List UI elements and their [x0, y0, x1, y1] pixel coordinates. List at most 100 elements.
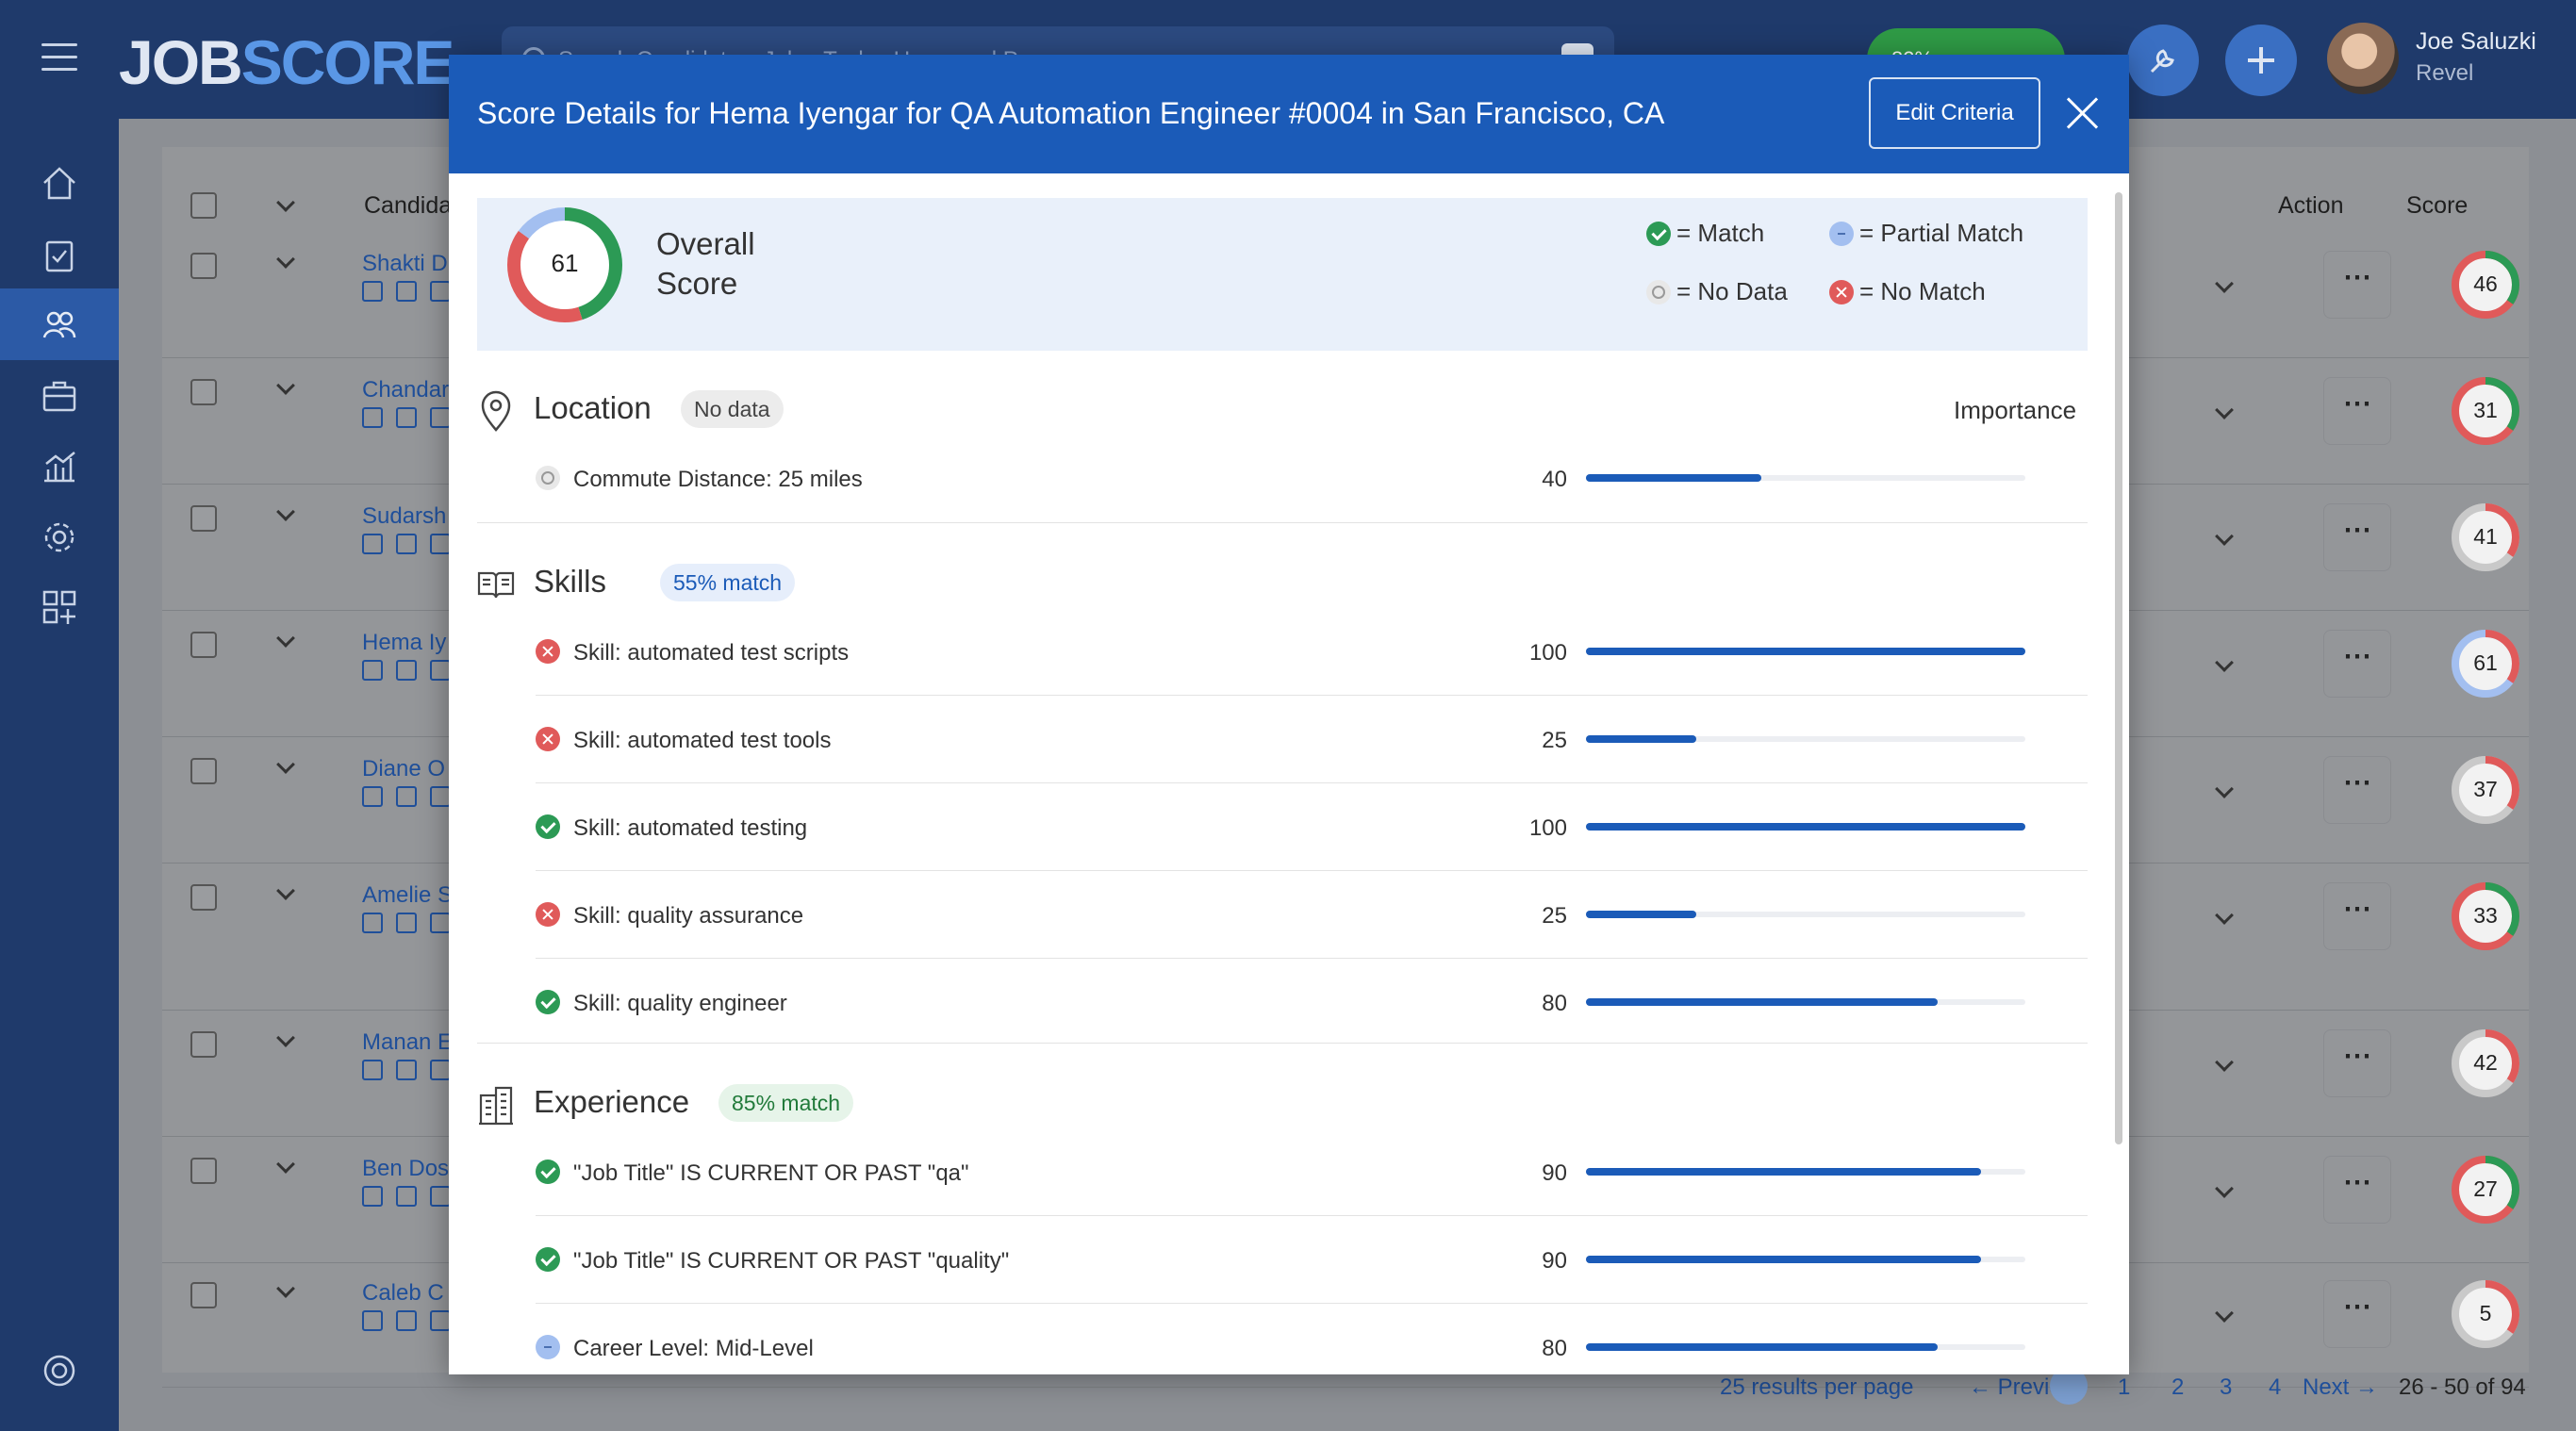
resume-icon[interactable]: [362, 1060, 383, 1080]
user-avatar[interactable]: [2327, 23, 2399, 94]
edit-criteria-button[interactable]: Edit Criteria: [1869, 77, 2040, 149]
clock-icon[interactable]: [430, 660, 451, 681]
stage-dropdown-chevron-icon[interactable]: [2215, 527, 2234, 546]
page-link-1[interactable]: 1: [2118, 1374, 2130, 1401]
row-checkbox[interactable]: [190, 379, 217, 405]
row-checkbox[interactable]: [190, 884, 217, 911]
row-checkbox[interactable]: [190, 253, 217, 279]
clock-icon[interactable]: [430, 407, 451, 428]
page-link-4[interactable]: 4: [2269, 1374, 2281, 1401]
linkedin-icon[interactable]: [396, 281, 417, 302]
candidate-name-link[interactable]: Caleb C: [362, 1280, 444, 1307]
row-score-ring[interactable]: 27: [2450, 1154, 2521, 1230]
candidate-name-link[interactable]: Diane O: [362, 756, 445, 782]
nav-apps[interactable]: [0, 571, 119, 643]
row-expand-chevron-icon[interactable]: [276, 881, 295, 900]
nav-tasks[interactable]: [0, 219, 119, 290]
resume-icon[interactable]: [362, 407, 383, 428]
row-action-menu-button[interactable]: ⋯: [2323, 251, 2391, 319]
resume-icon[interactable]: [362, 913, 383, 933]
candidate-name-link[interactable]: Shakti D: [362, 251, 448, 277]
row-score-ring[interactable]: 42: [2450, 1028, 2521, 1104]
row-score-ring[interactable]: 46: [2450, 249, 2521, 325]
resume-icon[interactable]: [362, 534, 383, 554]
select-all-checkbox[interactable]: [190, 192, 217, 219]
linkedin-icon[interactable]: [396, 660, 417, 681]
linkedin-icon[interactable]: [396, 913, 417, 933]
clock-icon[interactable]: [430, 1310, 451, 1331]
candidate-name-link[interactable]: Hema Iy: [362, 630, 446, 656]
row-checkbox[interactable]: [190, 1031, 217, 1058]
linkedin-icon[interactable]: [396, 1186, 417, 1207]
row-expand-chevron-icon[interactable]: [276, 755, 295, 774]
row-score-ring[interactable]: 5: [2450, 1278, 2521, 1355]
row-expand-chevron-icon[interactable]: [276, 376, 295, 395]
page-link-3[interactable]: 3: [2220, 1374, 2232, 1401]
row-expand-chevron-icon[interactable]: [276, 629, 295, 648]
user-name[interactable]: Joe Saluzki: [2416, 28, 2536, 56]
stage-dropdown-chevron-icon[interactable]: [2215, 1179, 2234, 1198]
menu-icon[interactable]: [41, 43, 77, 72]
row-action-menu-button[interactable]: ⋯: [2323, 756, 2391, 824]
resume-icon[interactable]: [362, 786, 383, 807]
candidate-name-link[interactable]: Sudarsh: [362, 503, 446, 530]
resume-icon[interactable]: [362, 1186, 383, 1207]
linkedin-icon[interactable]: [396, 1310, 417, 1331]
resume-icon[interactable]: [362, 1310, 383, 1331]
row-action-menu-button[interactable]: ⋯: [2323, 1029, 2391, 1097]
stage-dropdown-chevron-icon[interactable]: [2215, 653, 2234, 672]
candidate-name-link[interactable]: Ben Dos: [362, 1156, 449, 1182]
stage-dropdown-chevron-icon[interactable]: [2215, 1304, 2234, 1323]
row-expand-chevron-icon[interactable]: [276, 502, 295, 521]
linkedin-icon[interactable]: [396, 407, 417, 428]
clock-icon[interactable]: [430, 1186, 451, 1207]
clock-icon[interactable]: [430, 1060, 451, 1080]
clock-icon[interactable]: [430, 913, 451, 933]
row-action-menu-button[interactable]: ⋯: [2323, 1280, 2391, 1348]
stage-dropdown-chevron-icon[interactable]: [2215, 1053, 2234, 1072]
linkedin-icon[interactable]: [396, 786, 417, 807]
nav-reports[interactable]: [0, 430, 119, 502]
close-icon[interactable]: [2065, 96, 2099, 130]
jobscore-logo[interactable]: JOBSCORE: [119, 26, 454, 98]
resume-icon[interactable]: [362, 281, 383, 302]
clock-icon[interactable]: [430, 281, 451, 302]
page-link-2[interactable]: 2: [2171, 1374, 2184, 1401]
candidate-name-link[interactable]: Amelie S: [362, 882, 453, 909]
clock-icon[interactable]: [430, 534, 451, 554]
row-action-menu-button[interactable]: ⋯: [2323, 377, 2391, 445]
nav-jobs[interactable]: [0, 360, 119, 432]
stage-dropdown-chevron-icon[interactable]: [2215, 780, 2234, 798]
nav-candidates[interactable]: [0, 288, 119, 360]
row-checkbox[interactable]: [190, 632, 217, 658]
row-score-ring[interactable]: 31: [2450, 375, 2521, 452]
row-expand-chevron-icon[interactable]: [276, 1279, 295, 1298]
modal-scrollbar[interactable]: [2115, 192, 2122, 1144]
nav-help[interactable]: [0, 1335, 119, 1406]
next-page-link[interactable]: Next →: [2303, 1374, 2378, 1401]
stage-dropdown-chevron-icon[interactable]: [2215, 401, 2234, 419]
resume-icon[interactable]: [362, 660, 383, 681]
header-score[interactable]: Score: [2406, 192, 2468, 220]
clock-icon[interactable]: [430, 786, 451, 807]
row-checkbox[interactable]: [190, 1282, 217, 1308]
row-action-menu-button[interactable]: ⋯: [2323, 630, 2391, 698]
linkedin-icon[interactable]: [396, 534, 417, 554]
add-button[interactable]: [2225, 25, 2297, 96]
tools-button[interactable]: [2127, 25, 2199, 96]
row-action-menu-button[interactable]: ⋯: [2323, 1156, 2391, 1224]
row-checkbox[interactable]: [190, 1158, 217, 1184]
nav-settings[interactable]: [0, 502, 119, 573]
row-score-ring[interactable]: 61: [2450, 628, 2521, 704]
candidate-name-link[interactable]: Chandar: [362, 377, 449, 403]
chevron-down-icon[interactable]: [276, 193, 295, 212]
row-expand-chevron-icon[interactable]: [276, 1028, 295, 1047]
row-score-ring[interactable]: 41: [2450, 502, 2521, 578]
candidate-name-link[interactable]: Manan E: [362, 1029, 453, 1056]
stage-dropdown-chevron-icon[interactable]: [2215, 906, 2234, 925]
nav-home[interactable]: [0, 147, 119, 219]
row-expand-chevron-icon[interactable]: [276, 250, 295, 269]
stage-dropdown-chevron-icon[interactable]: [2215, 274, 2234, 293]
row-score-ring[interactable]: 37: [2450, 754, 2521, 831]
row-action-menu-button[interactable]: ⋯: [2323, 503, 2391, 571]
